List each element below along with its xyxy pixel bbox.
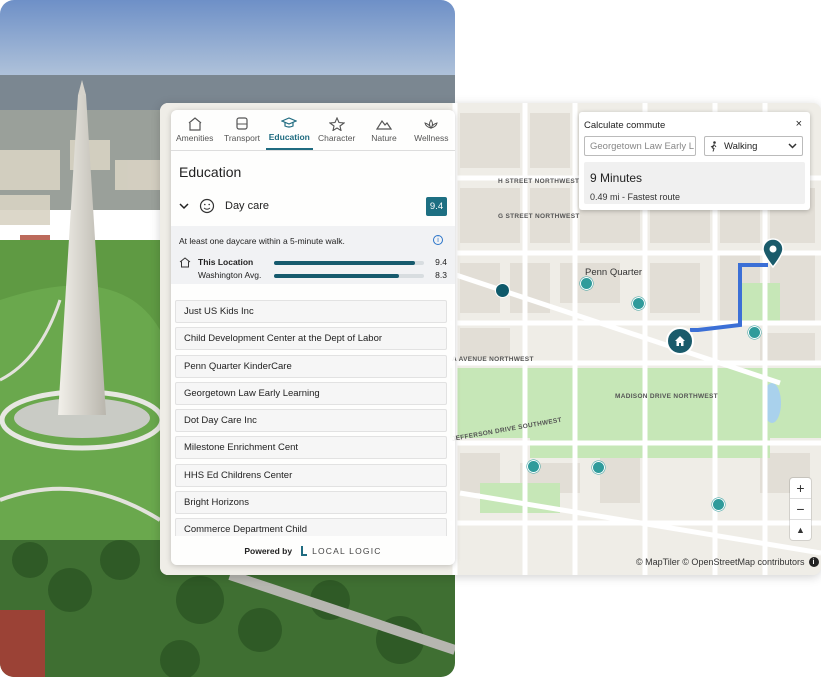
tab-nature[interactable]: Nature [360,110,407,150]
score-row-city-average: Washington Avg. 8.3 [179,270,447,282]
education-panel: Amenities Transport Education Character … [171,110,455,565]
lotus-icon [424,119,438,129]
home-marker-icon[interactable] [666,327,694,355]
chevron-down-icon [788,143,797,149]
commute-title: Calculate commute [584,120,666,131]
category-tabs: Amenities Transport Education Character … [171,110,455,151]
chevron-down-icon [179,202,189,209]
tab-label: Nature [371,133,397,143]
poi-marker[interactable] [748,326,761,339]
score-value: 8.3 [435,270,447,280]
tab-wellness[interactable]: Wellness [408,110,455,150]
tab-label: Education [268,132,310,142]
poi-marker[interactable] [527,460,540,473]
map-zoom-controls: + − ▲ [790,478,811,540]
list-item[interactable]: HHS Ed Childrens Center [175,463,447,487]
score-bar [274,261,424,265]
powered-by-footer: Powered by LOCAL LOGIC [171,536,455,565]
smiley-icon [199,198,215,214]
tab-amenities[interactable]: Amenities [171,110,218,150]
list-item[interactable]: Georgetown Law Early Learning [175,381,447,405]
brand-name: LOCAL LOGIC [312,545,382,556]
bus-icon [236,117,248,130]
tab-transport[interactable]: Transport [218,110,265,150]
score-name: Washington Avg. [198,270,262,280]
category-detail: At least one daycare within a 5-minute w… [171,226,455,284]
walking-icon [710,140,717,152]
tab-label: Transport [223,133,261,143]
commute-distance: 0.49 mi - Fastest route [590,192,681,202]
graduation-cap-icon [281,117,298,128]
map-attribution: © MapTiler © OpenStreetMap contributors … [636,553,820,571]
street-label: MADISON DRIVE NORTHWEST [615,393,718,400]
destination-field[interactable]: Georgetown Law Early L [584,136,696,156]
street-label: G STREET NORTHWEST [498,213,580,220]
street-label: H STREET NORTHWEST [498,178,580,185]
list-item[interactable]: Bright Horizons [175,491,447,515]
score-badge: 9.4 [426,196,447,216]
close-icon[interactable]: × [796,118,802,130]
commute-calculator: Calculate commute × Georgetown Law Early… [579,112,810,210]
street-label: A AVENUE NORTHWEST [452,356,534,363]
list-item[interactable]: Child Development Center at the Dept of … [175,327,447,351]
list-item[interactable]: Just US Kids Inc [175,300,447,323]
attribution-text: © MapTiler © OpenStreetMap contributors [636,557,805,567]
poi-marker[interactable] [632,297,645,310]
daycare-list: Just US Kids Inc Child Development Cente… [175,300,447,536]
list-item[interactable]: Milestone Enrichment Cent [175,436,447,460]
mountain-icon [375,119,392,130]
tab-education[interactable]: Education [265,110,313,150]
poi-marker[interactable] [580,277,593,290]
local-logic-logo-icon [301,545,308,556]
score-row-this-location: This Location 9.4 [179,257,447,269]
score-bar-fill [274,274,399,278]
zoom-out-button[interactable]: − [790,499,811,520]
commute-minutes: 9 Minutes [590,171,643,185]
home-icon [179,257,191,268]
powered-by-text: Powered by [244,545,293,556]
category-description: At least one daycare within a 5-minute w… [179,236,345,246]
destination-pin-icon[interactable] [761,238,785,269]
compass-button[interactable]: ▲ [790,520,811,540]
shop-icon [188,117,202,131]
commute-result: 9 Minutes 0.49 mi - Fastest route [584,162,805,204]
poi-marker[interactable] [712,498,725,511]
list-item[interactable]: Commerce Department Child [175,518,447,536]
list-item[interactable]: Dot Day Care Inc [175,409,447,433]
poi-marker[interactable] [495,283,510,298]
travel-mode-select[interactable]: Walking [704,136,803,156]
tab-label: Amenities [176,133,214,143]
tab-label: Wellness [414,133,449,143]
tab-label: Character [317,133,356,143]
travel-mode-label: Walking [724,140,758,152]
score-value: 9.4 [435,257,447,267]
score-bar-fill [274,261,415,265]
zoom-in-button[interactable]: + [790,478,811,499]
category-label: Day care [225,200,270,212]
list-item[interactable]: Penn Quarter KinderCare [175,354,447,378]
score-bar [274,274,424,278]
tab-character[interactable]: Character [313,110,360,150]
poi-marker[interactable] [592,461,605,474]
star-icon [328,117,345,131]
category-row-daycare[interactable]: Day care 9.4 [179,194,447,218]
score-name: This Location [198,257,254,267]
local-logic-logo[interactable]: LOCAL LOGIC [300,545,382,556]
section-heading: Education [179,164,242,180]
info-icon[interactable]: i [808,557,819,567]
info-icon[interactable]: i [433,235,443,245]
place-label-penn-quarter: Penn Quarter [585,267,643,278]
